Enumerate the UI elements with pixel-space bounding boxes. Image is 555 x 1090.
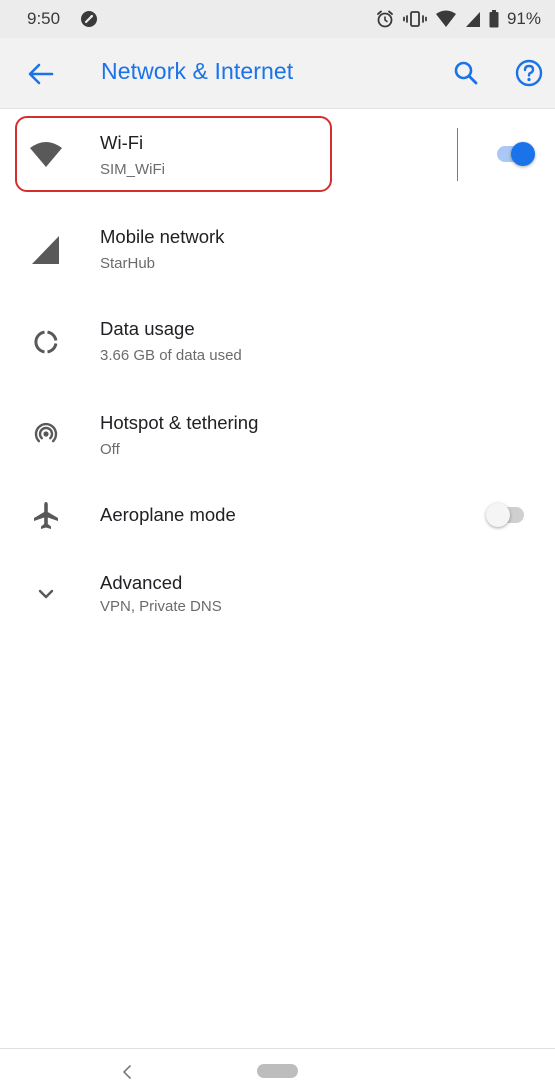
chevron-down-icon (38, 589, 54, 599)
status-icons: 91% (375, 8, 541, 30)
status-time: 9:50 (27, 9, 61, 28)
advanced-subtitle: VPN, Private DNS (100, 598, 222, 615)
mobile-network-row[interactable]: Mobile network StarHub (0, 208, 555, 288)
highlight-box (15, 116, 332, 192)
airplane-icon (34, 502, 58, 529)
screen: 9:50 91% Network & Internet Wi-Fi SIM_Wi… (0, 0, 555, 1090)
hotspot-subtitle: Off (100, 441, 120, 458)
aeroplane-row[interactable]: Aeroplane mode (0, 488, 555, 544)
wifi-divider (457, 128, 458, 181)
page-title: Network & Internet (101, 58, 294, 84)
mobile-network-subtitle: StarHub (100, 255, 156, 272)
data-saver-icon (81, 11, 97, 27)
aeroplane-toggle-knob (486, 503, 510, 527)
advanced-title: Advanced (100, 572, 183, 593)
alarm-icon (377, 10, 393, 28)
battery-percent: 91% (506, 9, 541, 28)
data-usage-title: Data usage (100, 318, 195, 339)
aeroplane-title: Aeroplane mode (100, 504, 236, 525)
search-icon[interactable] (452, 59, 480, 87)
aeroplane-toggle[interactable] (486, 503, 524, 527)
hotspot-row[interactable]: Hotspot & tethering Off (0, 394, 555, 474)
wifi-signal-icon (435, 10, 456, 27)
back-arrow-icon[interactable] (26, 59, 56, 89)
data-usage-row[interactable]: Data usage 3.66 GB of data used (0, 300, 555, 380)
cell-signal-icon (465, 12, 480, 27)
app-bar: Network & Internet (0, 38, 555, 109)
hotspot-icon (34, 422, 58, 443)
wifi-toggle[interactable] (497, 142, 535, 166)
cell-signal-icon (32, 236, 59, 264)
nav-home-pill[interactable] (257, 1064, 298, 1078)
data-usage-subtitle: 3.66 GB of data used (100, 347, 242, 364)
nav-back-icon[interactable] (118, 1062, 136, 1082)
advanced-row[interactable]: Advanced VPN, Private DNS (0, 560, 555, 632)
wifi-toggle-knob (511, 142, 535, 166)
hotspot-title: Hotspot & tethering (100, 412, 259, 433)
data-usage-icon (34, 330, 58, 354)
nav-bar-divider (0, 1048, 555, 1049)
help-icon[interactable] (514, 58, 544, 88)
mobile-network-title: Mobile network (100, 226, 225, 247)
status-bar: 9:50 91% (0, 0, 555, 38)
battery-icon (489, 10, 499, 28)
vibrate-icon (403, 11, 427, 27)
